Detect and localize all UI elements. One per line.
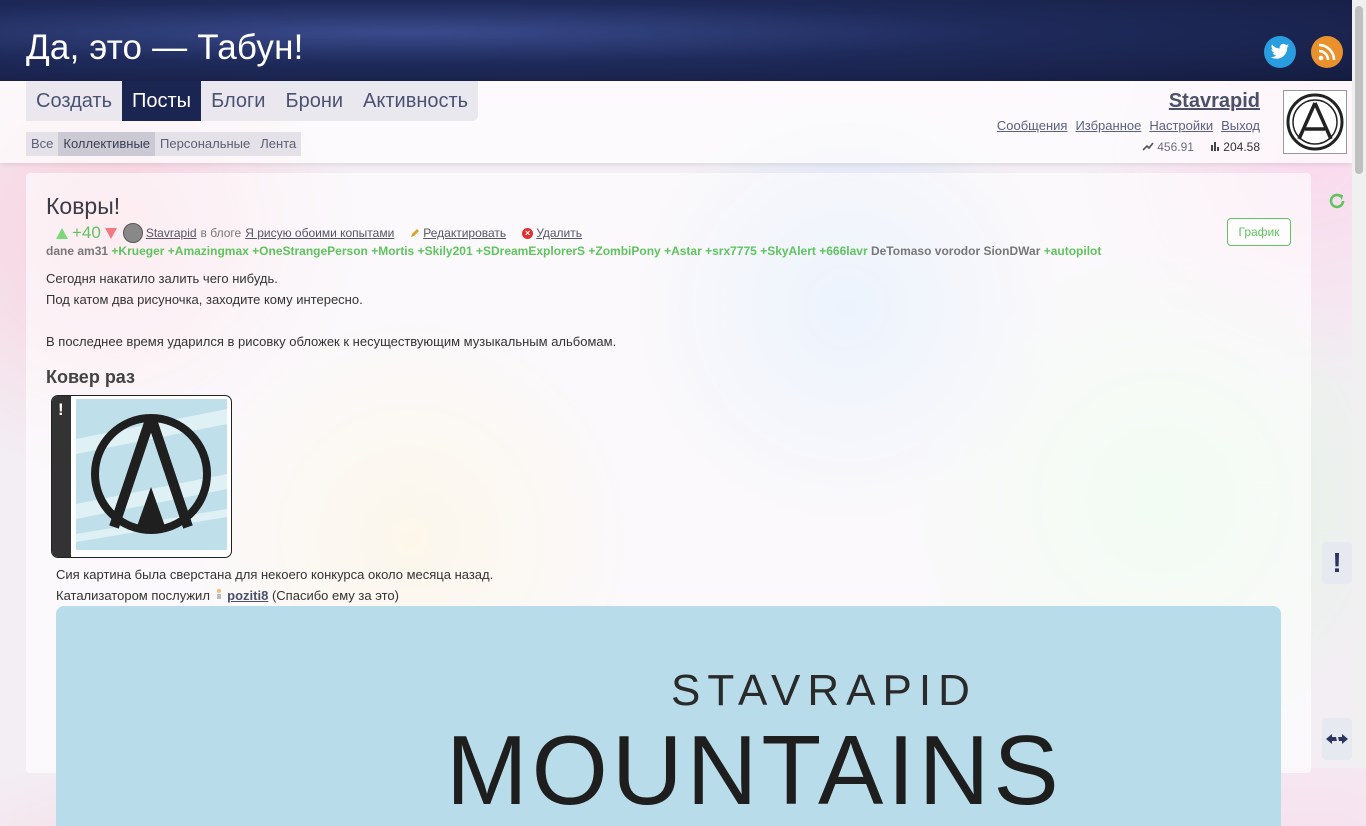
- cover-heading: Ковер раз: [46, 367, 135, 387]
- voter-name[interactable]: +Amazingmax: [168, 244, 249, 258]
- subnav-feed[interactable]: Лента: [255, 132, 301, 156]
- rating-icon: [1142, 142, 1154, 151]
- user-force: 204.58: [1210, 140, 1260, 154]
- voter-name[interactable]: +SkyAlert: [760, 244, 816, 258]
- in-blog-label: в блоге: [200, 226, 242, 240]
- force-icon: [1210, 142, 1219, 151]
- width-arrows-icon: [1326, 732, 1348, 746]
- post-container: Ковры! +40 Stavrapid в блоге Я рисую обо…: [26, 173, 1311, 826]
- rating-value: 456.91: [1157, 140, 1194, 154]
- settings-link[interactable]: Настройки: [1149, 118, 1213, 133]
- author-link[interactable]: Stavrapid: [146, 226, 197, 240]
- post-score: +40: [72, 223, 101, 242]
- caption-line: Сия картина была сверстана для некоего к…: [56, 567, 494, 582]
- album-artist-text: STAVRAPID: [671, 666, 977, 715]
- pencil-icon: [411, 229, 420, 237]
- twitter-icon: [1270, 43, 1290, 59]
- catalyst-line: Катализатором послужил poziti8 (Спасибо …: [56, 588, 399, 603]
- nav-bronies[interactable]: Брони: [275, 81, 353, 121]
- logout-link[interactable]: Выход: [1221, 118, 1260, 133]
- album-title-text: MOUNTAINS: [446, 715, 1063, 825]
- main-nav: Создать Посты Блоги Брони Активность: [26, 81, 479, 121]
- graph-button[interactable]: График: [1227, 218, 1291, 246]
- post-text-line: В последнее время ударился в рисовку обл…: [46, 334, 617, 349]
- avatar-logo-icon: [1286, 93, 1344, 151]
- voter-name[interactable]: +OneStrangePerson: [252, 244, 368, 258]
- messages-link[interactable]: Сообщения: [997, 118, 1068, 133]
- voters-list: dane am31 +Krueger +Amazingmax +OneStran…: [46, 244, 1101, 258]
- vertical-scrollbar[interactable]: [1352, 0, 1366, 768]
- user-rating: 456.91: [1142, 140, 1194, 154]
- username-link[interactable]: Stavrapid: [1169, 90, 1260, 113]
- subnav-personal[interactable]: Персональные: [155, 132, 255, 156]
- user-icon: [216, 588, 221, 599]
- vote-down-icon[interactable]: [104, 227, 117, 239]
- navigation-bar: Создать Посты Блоги Брони Активность Все…: [0, 81, 1352, 163]
- voter-name[interactable]: vorodor: [935, 244, 980, 258]
- voter-name[interactable]: +srx7775: [705, 244, 757, 258]
- voter-name[interactable]: SionDWar: [983, 244, 1040, 258]
- voter-name[interactable]: +666lavr: [819, 244, 867, 258]
- user-menu: Сообщения Избранное Настройки Выход: [997, 118, 1260, 133]
- blog-link[interactable]: Я рисую обоими копытами: [245, 226, 394, 240]
- refresh-icon[interactable]: [1326, 190, 1348, 212]
- vote-up-icon[interactable]: [56, 227, 68, 239]
- user-stats: 456.91 204.58: [1142, 140, 1260, 154]
- force-value: 204.58: [1223, 140, 1260, 154]
- voter-name[interactable]: +SDreamExplorerS: [476, 244, 585, 258]
- nav-blogs[interactable]: Блоги: [201, 81, 275, 121]
- nav-posts[interactable]: Посты: [122, 81, 202, 121]
- catalyst-prefix: Катализатором послужил: [56, 588, 210, 603]
- favorites-link[interactable]: Избранное: [1075, 118, 1141, 133]
- rss-button[interactable]: [1311, 36, 1343, 68]
- voter-name[interactable]: +Astar: [664, 244, 702, 258]
- album-cover-image: STAVRAPID MOUNTAINS: [56, 606, 1281, 826]
- voter-name[interactable]: +Krueger: [111, 244, 164, 258]
- spoiler-image-card[interactable]: !: [51, 395, 232, 558]
- spoiler-mark: !: [58, 400, 64, 419]
- voter-name[interactable]: am31: [77, 244, 108, 258]
- post-text-line: Под катом два рисуночка, заходите кому и…: [46, 292, 363, 307]
- twitter-button[interactable]: [1264, 36, 1296, 68]
- voter-name[interactable]: DeTomaso: [871, 244, 931, 258]
- delete-link[interactable]: Удалить: [536, 226, 582, 240]
- voter-name[interactable]: +ZombiPony: [588, 244, 660, 258]
- post-text-line: Сегодня накатило залить чего нибудь.: [46, 271, 278, 286]
- warning-button[interactable]: !: [1322, 542, 1352, 584]
- post-meta: +40 Stavrapid в блоге Я рисую обоими коп…: [46, 223, 582, 243]
- scrollbar-thumb[interactable]: [1355, 6, 1363, 174]
- spoiler-bar: !: [52, 396, 71, 557]
- subnav-all[interactable]: Все: [26, 132, 58, 156]
- edit-link[interactable]: Редактировать: [423, 226, 506, 240]
- site-header: Да, это — Табун!: [0, 0, 1352, 81]
- catalyst-suffix: (Спасибо ему за это): [271, 588, 399, 603]
- sub-nav: Все Коллективные Персональные Лента: [26, 132, 302, 156]
- voter-name[interactable]: dane: [46, 244, 74, 258]
- voter-name[interactable]: +Skily201: [418, 244, 473, 258]
- author-avatar: [122, 223, 143, 243]
- voter-name[interactable]: +autopilot: [1044, 244, 1102, 258]
- post-title[interactable]: Ковры!: [46, 193, 120, 220]
- user-avatar[interactable]: [1283, 90, 1347, 154]
- catalyst-user-link[interactable]: poziti8: [227, 588, 268, 603]
- toggle-width-button[interactable]: [1322, 718, 1352, 760]
- nav-activity[interactable]: Активность: [353, 81, 478, 121]
- site-title[interactable]: Да, это — Табун!: [26, 28, 304, 68]
- rss-icon: [1318, 43, 1336, 61]
- voter-name[interactable]: +Mortis: [371, 244, 414, 258]
- cover-artwork-image: [76, 399, 227, 550]
- subnav-collective[interactable]: Коллективные: [58, 132, 156, 156]
- nav-create[interactable]: Создать: [26, 81, 122, 121]
- delete-icon: ×: [522, 227, 534, 239]
